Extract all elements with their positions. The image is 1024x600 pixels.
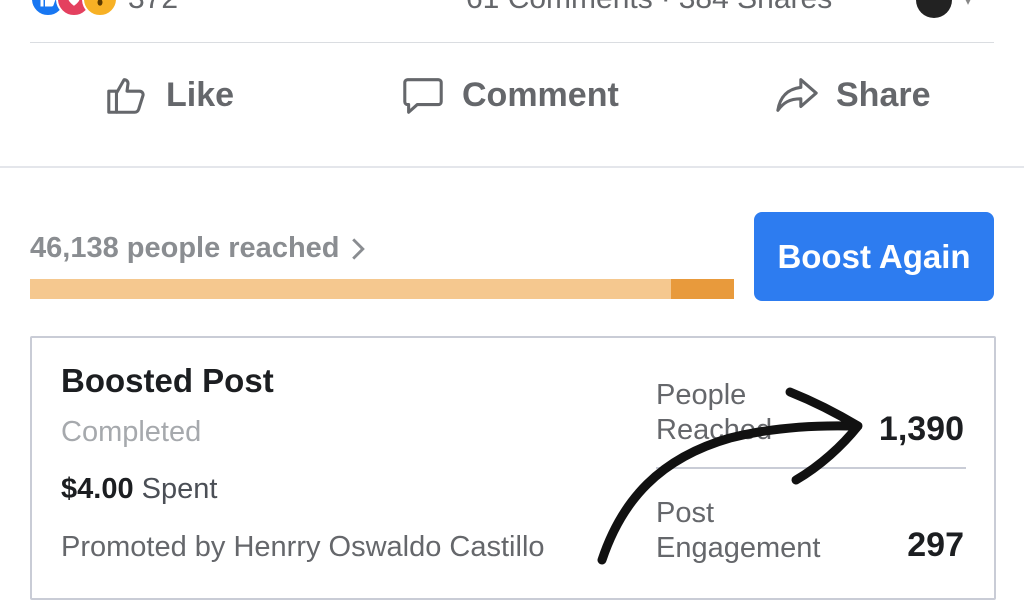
boosted-post-card[interactable]: Boosted Post Completed $4.00 Spent Promo… (30, 336, 996, 600)
post-actions-bar: Like Comment Share (0, 44, 1024, 166)
comments-shares-summary: 61 Comments · 384 Shares (466, 0, 832, 16)
amount-spent: $4.00 Spent (61, 473, 217, 506)
reaction-count: 372 (128, 0, 178, 16)
chevron-right-icon (351, 237, 365, 260)
avatar[interactable] (916, 0, 952, 18)
like-button[interactable]: Like (104, 70, 234, 120)
divider (0, 166, 1024, 168)
comment-bubble-icon (403, 78, 443, 114)
spent-label: Spent (141, 473, 218, 505)
metric-label-people-reached: People Reached (656, 379, 773, 446)
divider (656, 467, 966, 469)
separator-dot: · (661, 0, 671, 15)
like-label: Like (166, 75, 235, 114)
share-arrow-icon (776, 78, 818, 112)
shares-count-link[interactable]: 384 Shares (679, 0, 832, 15)
metric-label-post-engagement: Post Engagement (656, 497, 821, 564)
reach-progress-fill (670, 279, 734, 299)
amount-value: $4.00 (61, 473, 134, 505)
reactions-summary[interactable]: 372 (30, 0, 178, 17)
boost-again-button[interactable]: Boost Again (754, 212, 994, 301)
chevron-down-icon[interactable]: ▾ (964, 0, 972, 10)
metric-value-post-engagement: 297 (907, 526, 964, 564)
reach-progress-bar (30, 279, 734, 299)
comment-label: Comment (462, 75, 619, 114)
promoted-by-text: Promoted by Henrry Oswaldo Castillo (61, 531, 545, 563)
status-text: Completed (61, 416, 202, 448)
post-stats-bar: 372 61 Comments · 384 Shares ▾ (0, 0, 1024, 44)
divider (30, 42, 994, 43)
card-title: Boosted Post (61, 362, 274, 399)
thumbs-up-icon (107, 78, 145, 114)
share-label: Share (836, 75, 931, 114)
wow-reaction-icon (82, 0, 118, 17)
people-reached-text: 46,138 people reached (30, 232, 340, 264)
comments-count-link[interactable]: 61 Comments (466, 0, 653, 15)
metric-value-people-reached: 1,390 (878, 410, 964, 448)
people-reached-link[interactable]: 46,138 people reached (30, 232, 366, 265)
comment-button[interactable]: Comment (400, 70, 619, 120)
share-button[interactable]: Share (774, 70, 931, 120)
